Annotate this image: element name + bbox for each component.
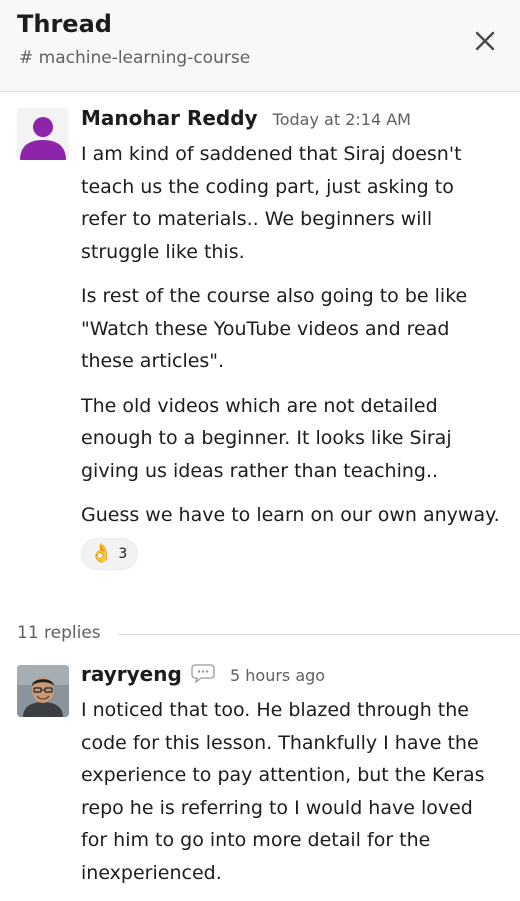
- message-header: rayryeng 5 hours ago: [81, 662, 325, 687]
- message-header: Manohar Reddy Today at 2:14 AM: [81, 106, 411, 130]
- close-icon: [475, 31, 495, 51]
- message-paragraph: Guess we have to learn on our own anyway…: [81, 504, 500, 526]
- message-body: I am kind of saddened that Siraj doesn't…: [81, 138, 501, 570]
- author-name[interactable]: Manohar Reddy: [81, 106, 258, 130]
- avatar[interactable]: [17, 665, 69, 717]
- user-silhouette-icon: [20, 117, 66, 160]
- message-paragraph: I am kind of saddened that Siraj doesn't…: [81, 143, 462, 263]
- reaction-count: 3: [118, 545, 128, 562]
- message-paragraph: The old videos which are not detailed en…: [81, 394, 452, 482]
- timestamp[interactable]: 5 hours ago: [230, 666, 325, 685]
- timestamp[interactable]: Today at 2:14 AM: [273, 110, 411, 129]
- user-photo-icon: [17, 665, 69, 717]
- speech-bubble-icon: [191, 663, 215, 687]
- divider-line: [118, 634, 520, 635]
- message-paragraph: I noticed that too. He blazed through th…: [81, 699, 485, 884]
- replies-divider: 11 replies: [17, 622, 520, 648]
- thread-header: Thread # machine-learning-course: [0, 0, 520, 92]
- thread-title: Thread: [17, 10, 112, 38]
- close-button[interactable]: [472, 28, 498, 54]
- author-name[interactable]: rayryeng: [81, 662, 182, 686]
- replies-count: 11 replies: [17, 623, 101, 643]
- message-paragraph: Is rest of the course also going to be l…: [81, 285, 468, 372]
- message-body: I noticed that too. He blazed through th…: [81, 694, 501, 901]
- avatar[interactable]: [17, 108, 69, 160]
- channel-link[interactable]: # machine-learning-course: [19, 48, 250, 68]
- reaction-pill[interactable]: 👌 3: [81, 537, 139, 570]
- ok-hand-icon: 👌: [90, 543, 113, 564]
